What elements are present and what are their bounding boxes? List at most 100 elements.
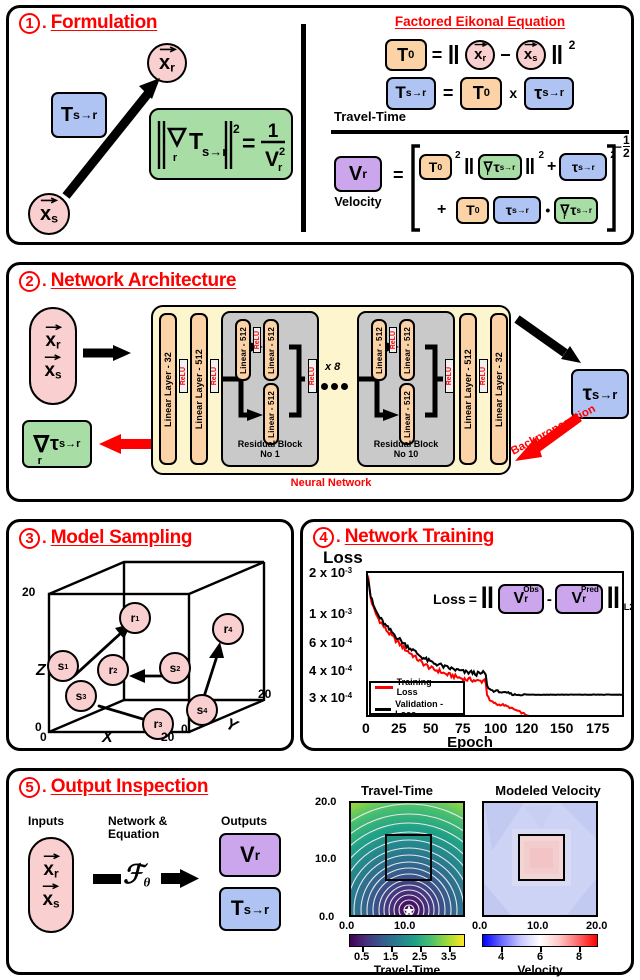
exp-numerator: 1 [623,133,630,147]
dot-1 [321,383,328,390]
panel-1-vertical-divider [301,24,306,232]
velocity-label-group: Vr Velocity [327,156,389,209]
svg-text:2: 2 [233,122,240,136]
velocity-row-2: + T0 τ s→r • ∇ r τ s→r [437,194,599,226]
input-arrow-icon [83,345,131,361]
vel-cb-label-3: 8 [576,951,583,963]
equals-sign: = [431,44,443,65]
epoch-axis-label: Epoch [447,734,493,751]
ytick-4e-4: 4 x 10-4 [309,663,353,678]
factored-eikonal-title: Factored Eikonal Equation [394,14,566,29]
token-Vr-obs: Vr Obs [497,584,544,614]
tt-cb-label-4: 3.5 [441,951,457,963]
token-tau-box: τ s→r [524,76,575,110]
norm-bar-left-2: ‖ [463,154,475,180]
tick-y-20: 20 [258,687,272,701]
vel-xtick-20: 20.0 [586,920,608,932]
velocity-map-title: Modeled Velocity [495,783,601,798]
inputs-label: Inputs [28,814,64,828]
output-arrow-icon [514,315,581,363]
output-traveltime-box: Ts→r [219,887,281,931]
tt-xtick-10: 10.0 [394,920,416,932]
node-r2: r2 [97,654,129,686]
tt-ytick-10: 10.0 [315,853,337,865]
exp-minus: − [615,139,623,154]
panel-3-title-text: Model Sampling [50,527,193,548]
panel-network-architecture: 2 . Network Architecture xr xs ∇ r τ s→r … [6,262,634,502]
loss-norm-left: ‖ [479,581,495,615]
travel-time-colorbar-label: Travel-Time [373,963,441,977]
svg-text:V: V [265,148,279,171]
minus-sign: − [500,44,511,65]
exp-2-a: 2 [455,150,461,161]
legend-row-validation: Validation - Loss [375,699,459,719]
tt-ytick-0: 0.0 [319,911,335,923]
equals-sign: = [442,82,454,103]
equation-divider [331,130,629,134]
token-T0-box-2: T0 [460,76,503,110]
tick-y-0: 0 [181,722,188,736]
residual-block-10-caption: Residual Block No 10 [373,439,439,460]
res10-relu: ReLU [389,327,397,353]
node-s1: s1 [47,650,79,682]
tt-cb-label-3: 2.5 [412,951,428,963]
vel-cb-label-2: 6 [537,951,544,963]
outputs-label: Outputs [221,814,267,828]
velocity-map [482,801,598,917]
panel-output-inspection: 5 . Output Inspection Inputs Network & E… [6,768,634,977]
inputs-box: xr xs [28,837,74,933]
p5-input-xs: xs [42,883,60,911]
input-xs: xs [44,354,62,382]
legend-label-training: Training - Loss [396,677,438,697]
token-Tsr-box-small: Ts→r [385,76,436,110]
eikonal-equation-box: r T s→r 2 = 1 V r 2 [149,108,293,180]
res1-linear-c: Linear - 512 [263,383,279,445]
vel-xtick-10: 10.0 [527,920,549,932]
repeat-label: x 8 [325,361,341,373]
nabla-sub: r [486,168,490,177]
loss-legend: Training - Loss Validation - Loss [369,677,465,719]
token-tau-v1: τ s→r [559,153,608,181]
travel-time-anomaly-rect [385,834,432,881]
tt-ytick-20: 20.0 [315,796,337,808]
linear-layer-512-in: Linear Layer - 512 [190,313,208,465]
plus-sign-1: + [547,158,557,175]
res10-linear-b: Linear - 512 [399,319,415,381]
svg-text:=: = [242,130,255,156]
norm-bar-left: ‖ [447,39,461,70]
operator-arrow-head-icon [161,869,199,888]
grad-tau-output-box: ∇ r τ s→r [22,420,92,468]
velocity-colorbar-label: Velocity [517,963,563,977]
residual-block-1-caption: Residual Block No 1 [237,439,303,460]
tick-x-20: 20 [161,730,175,744]
node-s4: s4 [186,694,218,726]
tick-z-20: 20 [22,585,36,599]
exp-2-c: 2 [610,150,616,161]
relu-3: ReLU [308,359,317,393]
panel-2-title: 2 . Network Architecture [19,270,237,292]
linear-layer-32-in: Linear Layer - 32 [159,313,177,465]
exponent-2: 2 [568,38,576,52]
legend-swatch-training [375,685,393,689]
svg-text:s→r: s→r [202,144,227,159]
input-xr: xr [45,324,63,352]
loss-eq-lhs: Loss [433,591,466,607]
sup-obs: Obs [523,585,539,594]
sup-pred: Pred [581,585,599,594]
axis-label-x: X [102,729,113,746]
svg-text:T: T [189,128,203,154]
nabla-sub-p2: r [37,454,42,467]
network-label-2: Equation [108,827,160,841]
travel-time-label: Travel-Time [334,109,407,124]
velocity-colorbar [482,934,598,947]
panel-4-number-dot: . [336,527,341,546]
velocity-anomaly-rect [518,834,565,881]
loss-eq-equals: = [468,591,477,607]
relu-5: ReLU [479,359,488,393]
vel-xtick-0: 0.0 [472,920,488,932]
svg-text:2: 2 [279,146,285,158]
linear-layer-512-out: Linear Layer - 512 [459,313,477,465]
panel-2-title-text: Network Architecture [50,270,237,291]
plus-sign-2: + [437,201,447,218]
tick-x-0: 0 [40,730,47,744]
